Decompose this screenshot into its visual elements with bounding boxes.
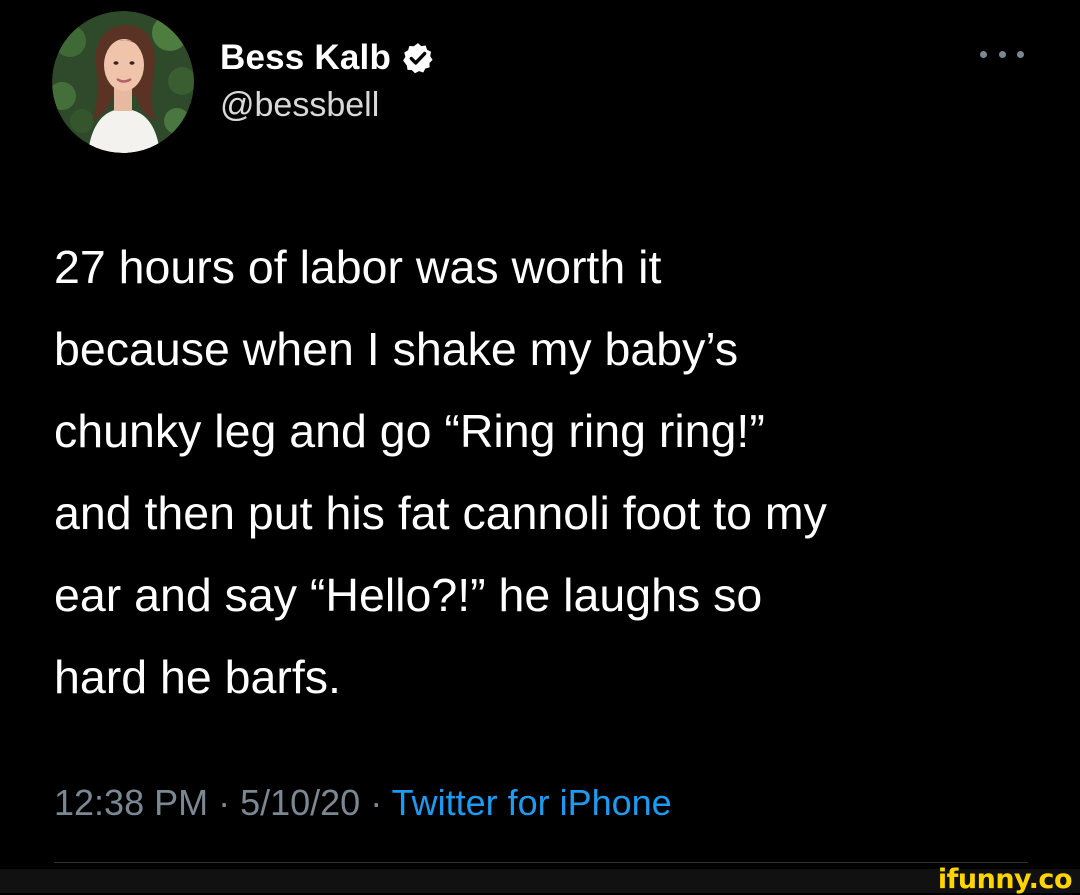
verified-badge-icon xyxy=(401,41,435,75)
avatar[interactable] xyxy=(52,11,194,153)
tweet-time[interactable]: 12:38 PM xyxy=(54,782,208,823)
author-name-row[interactable]: Bess Kalb xyxy=(220,34,435,82)
tweet-text: 27 hours of labor was worth it because w… xyxy=(54,241,827,703)
more-horizontal-icon-dot-2 xyxy=(998,50,1006,58)
more-options-button[interactable] xyxy=(980,42,1024,66)
display-name[interactable]: Bess Kalb xyxy=(220,38,391,78)
user-handle[interactable]: @bessbell xyxy=(220,86,379,125)
meta-separator: · xyxy=(208,782,241,823)
divider xyxy=(54,862,1028,863)
tweet-source-link[interactable]: Twitter for iPhone xyxy=(392,782,672,823)
tweet-meta: 12:38 PM · 5/10/20 · Twitter for iPhone xyxy=(54,782,672,824)
watermark-bar xyxy=(0,869,1080,893)
more-horizontal-icon-dot-3 xyxy=(1017,50,1024,58)
more-horizontal-icon xyxy=(980,50,987,58)
meta-separator-2: · xyxy=(360,782,392,823)
tweet-date[interactable]: 5/10/20 xyxy=(240,782,360,823)
watermark-logo: ifunny.co xyxy=(937,864,1073,895)
avatar-photo xyxy=(52,11,194,153)
